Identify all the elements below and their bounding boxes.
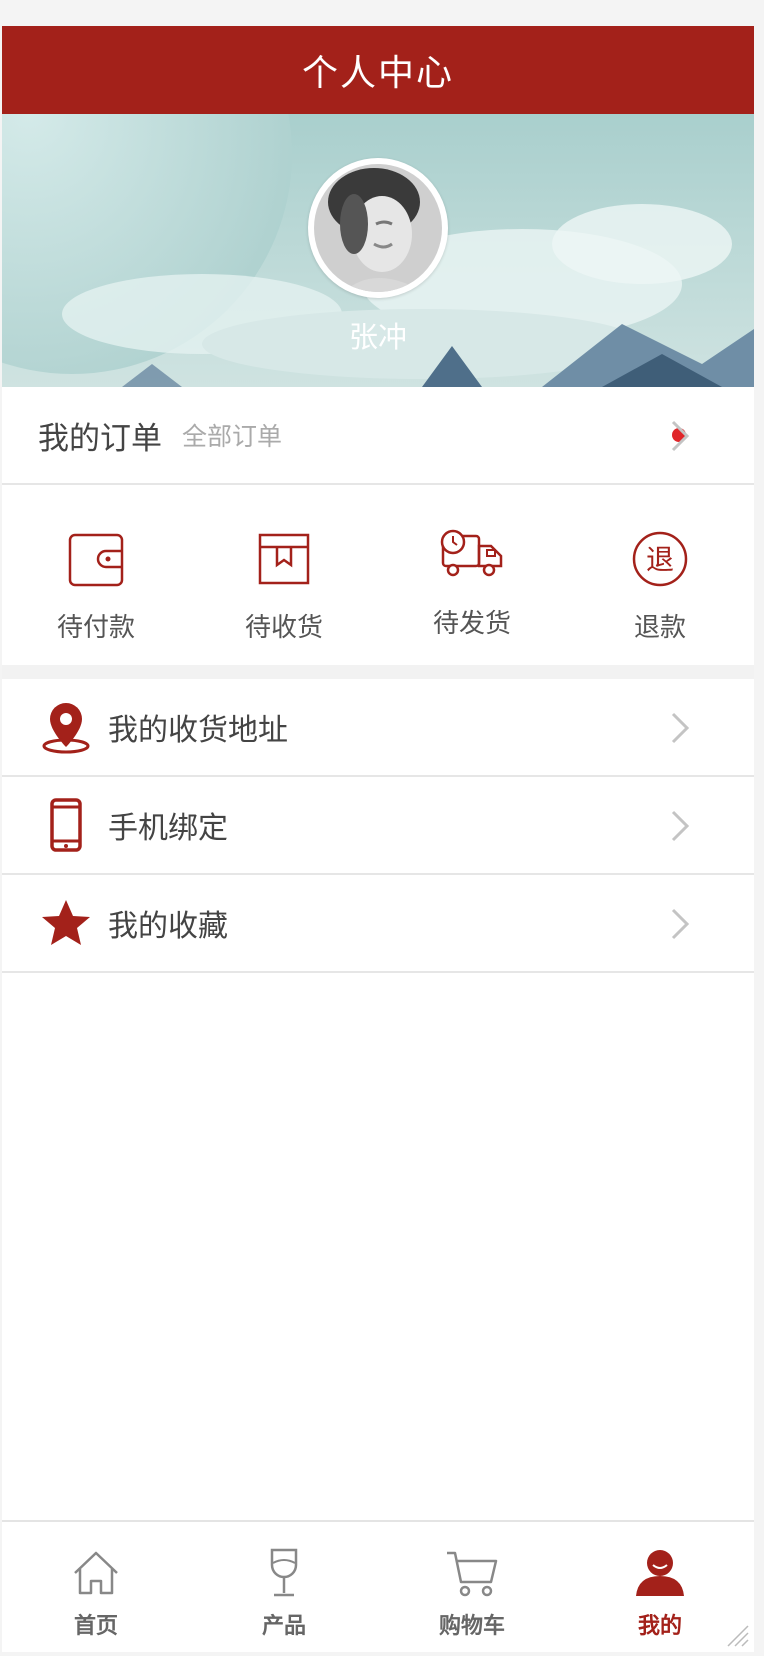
chevron-right-icon [671, 908, 690, 940]
tab-label: 购物车 [438, 1614, 505, 1639]
wine-glass-icon [257, 1546, 311, 1600]
order-pending-receipt[interactable]: 待收货 [190, 487, 378, 665]
menu-row-phone-binding[interactable]: 手机绑定 [2, 777, 754, 875]
order-status-grid: 待付款 待收货 待发货 退 退款 [2, 487, 754, 665]
avatar[interactable] [308, 158, 448, 298]
order-item-label: 待发货 [432, 609, 511, 639]
profile-banner: 张冲 [2, 114, 754, 387]
all-orders-link[interactable]: 全部订单 [182, 417, 282, 453]
app-frame: 个人中心 张冲 我的订单 全部订单 待付款 待收货 待发货 退 退款 我的收货地… [2, 26, 754, 1652]
order-refund[interactable]: 退 退款 [566, 487, 754, 665]
tab-cart[interactable]: 购物车 [378, 1522, 566, 1652]
truck-icon [439, 523, 505, 587]
chevron-right-icon [671, 712, 690, 744]
my-orders-header[interactable]: 我的订单 全部订单 [2, 387, 754, 485]
resize-grip-icon[interactable] [724, 1622, 750, 1648]
tab-products[interactable]: 产品 [190, 1522, 378, 1652]
menu-row-label: 手机绑定 [108, 811, 228, 846]
tab-label: 产品 [261, 1614, 306, 1639]
refund-glyph: 退 [646, 543, 674, 576]
page-title: 个人中心 [301, 53, 454, 94]
order-item-label: 待付款 [56, 613, 135, 643]
user-name: 张冲 [348, 320, 407, 354]
menu-row-address[interactable]: 我的收货地址 [2, 679, 754, 777]
section-separator [2, 665, 754, 679]
wallet-icon [64, 527, 128, 591]
tab-home[interactable]: 首页 [2, 1522, 190, 1652]
star-icon [38, 895, 94, 951]
tab-label: 首页 [73, 1614, 118, 1639]
box-icon [252, 527, 316, 591]
chevron-right-icon [671, 810, 690, 842]
order-pending-shipment[interactable]: 待发货 [378, 487, 566, 665]
phone-icon [38, 797, 94, 853]
order-item-label: 退款 [633, 613, 686, 643]
user-photo-icon [314, 164, 442, 292]
orders-title: 我的订单 [38, 420, 162, 457]
chevron-right-icon[interactable] [669, 419, 691, 453]
cart-icon [445, 1546, 499, 1600]
tab-label: 我的 [637, 1614, 682, 1639]
refund-icon: 退 [628, 527, 692, 591]
user-icon [633, 1546, 687, 1600]
menu-row-label: 我的收藏 [108, 909, 228, 944]
top-bar: 个人中心 [2, 26, 754, 114]
order-pending-payment[interactable]: 待付款 [2, 487, 190, 665]
location-pin-icon [38, 699, 94, 755]
order-item-label: 待收货 [244, 613, 323, 643]
menu-row-label: 我的收货地址 [108, 713, 288, 748]
bottom-tab-bar: 首页 产品 购物车 我的 [2, 1520, 754, 1652]
menu-row-favorites[interactable]: 我的收藏 [2, 875, 754, 973]
home-icon [69, 1546, 123, 1600]
